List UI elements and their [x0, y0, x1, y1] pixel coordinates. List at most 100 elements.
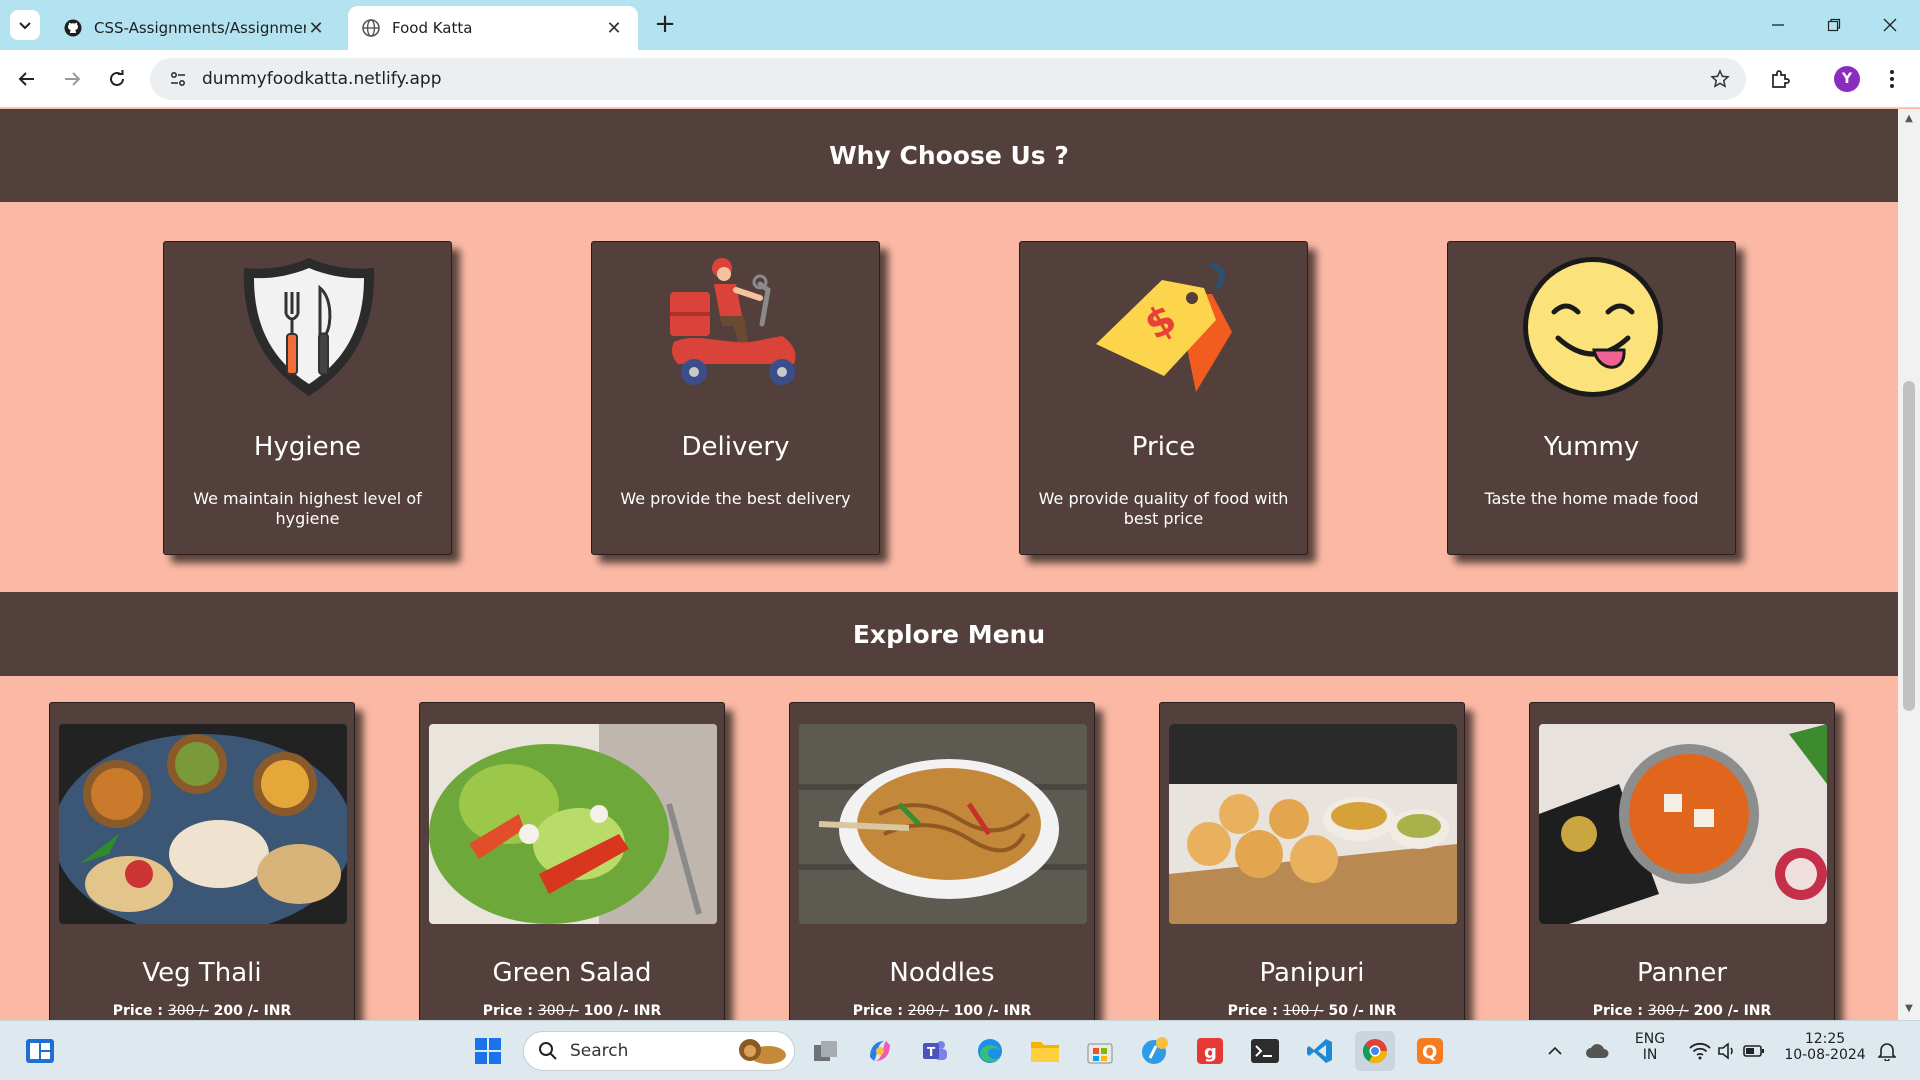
teams-icon: T: [923, 1041, 947, 1060]
feature-title: Delivery: [681, 432, 790, 462]
browser-menu-button[interactable]: [1875, 62, 1909, 96]
site-info-icon[interactable]: [166, 67, 190, 91]
chrome-icon: [1362, 1039, 1387, 1064]
tab-title: Food Katta: [392, 19, 473, 37]
vscode-icon: [1307, 1039, 1332, 1063]
bell-icon: [1878, 1043, 1896, 1061]
feature-description: Taste the home made food: [1484, 489, 1699, 508]
start-button[interactable]: [468, 1031, 508, 1071]
menu-item-name: Veg Thali: [142, 958, 262, 988]
scroll-up-icon[interactable]: ▲: [1903, 113, 1915, 125]
g-app-icon: g: [1197, 1038, 1223, 1064]
delivery-scooter-icon: [670, 258, 796, 385]
minimize-button[interactable]: [1750, 0, 1806, 50]
scrollbar-thumb[interactable]: [1903, 381, 1915, 711]
more-vertical-icon: [1890, 70, 1894, 88]
panipuri-photo: [1169, 724, 1457, 924]
url-text: dummyfoodkatta.netlify.app: [202, 69, 442, 89]
taskbar-search[interactable]: Search: [523, 1031, 795, 1071]
grammarly-button[interactable]: g: [1190, 1031, 1230, 1071]
terminal-icon: [1251, 1039, 1279, 1063]
tab-food-katta[interactable]: Food Katta ✕: [348, 6, 638, 50]
close-icon: [1883, 18, 1897, 32]
menu-item-price: Price : 300 /- 200 /- INR: [112, 1003, 292, 1019]
windows-logo-icon: [475, 1038, 501, 1064]
bookmark-star-icon[interactable]: [1708, 67, 1732, 91]
vscode-button[interactable]: [1300, 1031, 1340, 1071]
task-view-button[interactable]: [806, 1031, 846, 1071]
notifications-button[interactable]: [1874, 1031, 1900, 1071]
svg-text:g: g: [1204, 1042, 1217, 1063]
restore-icon: [1827, 18, 1841, 32]
search-placeholder: Search: [570, 1041, 629, 1061]
puzzle-icon: [1772, 70, 1790, 88]
feature-card-price: $ Price We provide quality of food with …: [1019, 241, 1308, 555]
page-viewport: Why Choose Us ? Hygiene We maintain high…: [0, 109, 1898, 1020]
widgets-button[interactable]: [20, 1031, 60, 1071]
address-bar[interactable]: dummyfoodkatta.netlify.app: [150, 58, 1746, 100]
forward-button[interactable]: [55, 62, 89, 96]
close-icon[interactable]: ✕: [604, 18, 624, 39]
menu-item-price: Price : 200 /- 100 /- INR: [852, 1003, 1032, 1019]
close-window-button[interactable]: [1862, 0, 1918, 50]
clock-time: 12:25: [1804, 1031, 1846, 1047]
terminal-button[interactable]: [1245, 1031, 1285, 1071]
green-salad-photo: [429, 724, 717, 924]
restore-button[interactable]: [1806, 0, 1862, 50]
old-price: 300 /-: [1647, 1003, 1689, 1019]
menu-card-panner[interactable]: Panner Price : 300 /- 200 /- INR: [1529, 702, 1835, 1020]
language-indicator[interactable]: ENG IN: [1625, 1031, 1675, 1063]
feature-title: Yummy: [1543, 432, 1640, 462]
profile-button[interactable]: Y: [1830, 62, 1864, 96]
price-tag-icon: $: [1096, 263, 1232, 392]
page-scrollbar[interactable]: ▲ ▼: [1898, 109, 1920, 1020]
tab-github[interactable]: CSS-Assignments/Assignment9 ✕: [50, 6, 340, 50]
tab-search-button[interactable]: [10, 10, 40, 40]
edge-button[interactable]: [970, 1031, 1010, 1071]
menu-card-veg-thali[interactable]: Veg Thali Price : 300 /- 200 /- INR: [49, 702, 355, 1020]
old-price: 100 /-: [1282, 1003, 1324, 1019]
noodles-photo: [799, 724, 1087, 924]
clock[interactable]: 12:25 10-08-2024: [1780, 1031, 1870, 1063]
onedrive-button[interactable]: [1582, 1031, 1612, 1071]
file-explorer-button[interactable]: [1025, 1031, 1065, 1071]
show-hidden-icons-button[interactable]: [1542, 1031, 1568, 1071]
menu-card-panipuri[interactable]: Panipuri Price : 100 /- 50 /- INR: [1159, 702, 1465, 1020]
chrome-button[interactable]: [1355, 1031, 1395, 1071]
weather-app-button[interactable]: [1135, 1031, 1175, 1071]
menu-item-name: Panner: [1636, 958, 1728, 988]
q-app-button[interactable]: Q: [1410, 1031, 1450, 1071]
volume-icon: [1718, 1042, 1733, 1060]
shield-fork-knife-icon: [243, 258, 375, 396]
new-price: 200 /-: [213, 1003, 259, 1019]
new-tab-button[interactable]: +: [650, 10, 680, 40]
taskbar: Search T g Q ENG IN 12:25 10-08-2024: [0, 1020, 1920, 1080]
yummy-face-icon: [1523, 257, 1663, 397]
store-button[interactable]: [1080, 1031, 1120, 1071]
scroll-down-icon[interactable]: ▼: [1903, 1003, 1915, 1015]
arrow-left-icon: [18, 72, 34, 86]
copilot-button[interactable]: [860, 1031, 900, 1071]
browser-toolbar: dummyfoodkatta.netlify.app Y: [0, 50, 1920, 108]
extensions-button[interactable]: [1763, 62, 1797, 96]
feature-card-hygiene: Hygiene We maintain highest level of hyg…: [163, 241, 452, 555]
feature-title: Price: [1131, 432, 1196, 462]
search-icon: [539, 1042, 557, 1060]
old-price: 300 /-: [167, 1003, 209, 1019]
globe-icon: [362, 19, 380, 37]
teams-button[interactable]: T: [915, 1031, 955, 1071]
store-icon: [1087, 1043, 1113, 1064]
back-button[interactable]: [10, 62, 44, 96]
reload-button[interactable]: [100, 62, 134, 96]
menu-card-noddles[interactable]: Noddles Price : 200 /- 100 /- INR: [789, 702, 1095, 1020]
task-view-icon: [814, 1041, 837, 1061]
menu-card-green-salad[interactable]: Green Salad Price : 300 /- 100 /- INR: [419, 702, 725, 1020]
veg-thali-photo: [59, 724, 347, 924]
feature-card-yummy: Yummy Taste the home made food: [1447, 241, 1736, 555]
tab-title: CSS-Assignments/Assignment9: [94, 19, 306, 37]
q-app-icon: Q: [1417, 1038, 1443, 1064]
close-icon[interactable]: ✕: [306, 18, 326, 39]
wifi-icon: [1689, 1042, 1711, 1060]
quick-settings-button[interactable]: [1682, 1031, 1772, 1071]
feature-description: We provide the best delivery: [620, 489, 851, 508]
